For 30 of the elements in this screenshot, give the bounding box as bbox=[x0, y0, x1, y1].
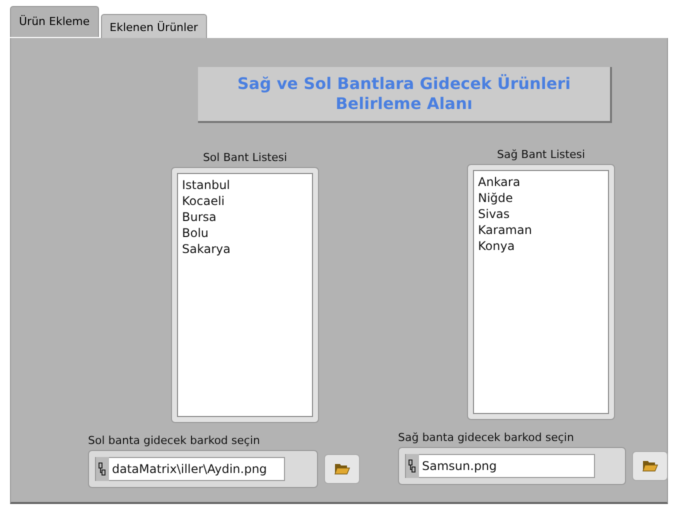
path-icon bbox=[96, 457, 109, 481]
path-value: Samsun.png bbox=[422, 459, 497, 473]
path-field[interactable]: Samsun.png bbox=[398, 447, 626, 485]
list-item[interactable]: Ankara bbox=[478, 174, 604, 190]
folder-icon bbox=[642, 460, 658, 472]
list-label: Sağ Bant Listesi bbox=[496, 148, 586, 162]
list-item[interactable]: Karaman bbox=[478, 222, 604, 238]
tab[interactable]: Ürün Ekleme bbox=[10, 6, 99, 37]
browse-button[interactable] bbox=[632, 451, 668, 481]
list-item[interactable]: Bolu bbox=[182, 225, 308, 241]
folder-icon bbox=[334, 463, 350, 475]
list-item[interactable]: Niğde bbox=[478, 190, 604, 206]
listbox[interactable]: Istanbul Kocaeli Bursa Bolu Sakarya bbox=[171, 167, 319, 423]
path-value: dataMatrix\iller\Aydin.png bbox=[112, 462, 267, 476]
list-item[interactable]: Konya bbox=[478, 238, 604, 254]
path-label: Sol banta gidecek barkod seçin bbox=[88, 434, 261, 448]
browse-button[interactable] bbox=[324, 454, 360, 484]
tab[interactable]: Eklenen Ürünler bbox=[100, 14, 207, 38]
path-icon bbox=[406, 454, 419, 478]
title-text: Belirleme Alanı bbox=[336, 94, 472, 114]
list-label: Sol Bant Listesi bbox=[202, 151, 288, 165]
title-text: Sağ ve Sol Bantlara Gidecek Ürünleri bbox=[237, 74, 571, 94]
listbox[interactable]: Ankara Niğde Sivas Karaman Konya bbox=[467, 164, 615, 420]
list-item[interactable]: Kocaeli bbox=[182, 193, 308, 209]
list-item[interactable]: Sakarya bbox=[182, 241, 308, 257]
list-item[interactable]: Istanbul bbox=[182, 177, 308, 193]
path-label: Sağ banta gidecek barkod seçin bbox=[398, 431, 575, 445]
list-item[interactable]: Sivas bbox=[478, 206, 604, 222]
path-field[interactable]: dataMatrix\iller\Aydin.png bbox=[88, 450, 318, 488]
list-item[interactable]: Bursa bbox=[182, 209, 308, 225]
